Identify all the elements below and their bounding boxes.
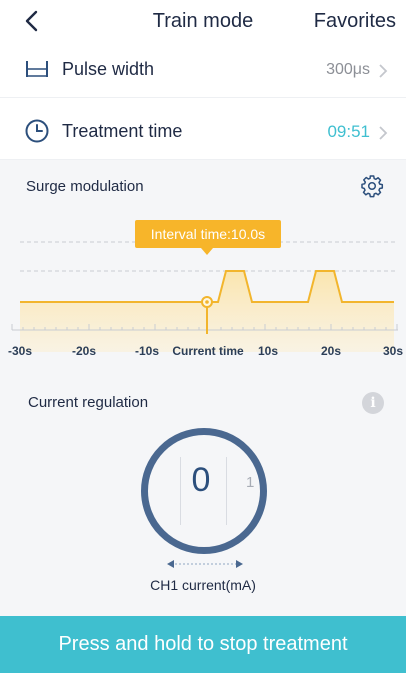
current-regulation-title: Current regulation	[28, 394, 149, 411]
clock-icon	[25, 119, 49, 143]
ch1-current-label: CH1 current(mA)	[150, 577, 256, 593]
dial-divider	[226, 457, 227, 525]
pulse-width-icon	[26, 61, 48, 77]
tick-label: 10s	[258, 344, 278, 358]
surge-modulation-title: Surge modulation	[26, 178, 144, 195]
tick-label: -30s	[8, 344, 32, 358]
pulse-width-value: 300μs	[326, 61, 370, 78]
tick-label: Current time	[172, 344, 244, 358]
treatment-time-row[interactable]: Treatment time 09:51	[0, 104, 406, 160]
dial-divider	[180, 457, 181, 525]
chevron-right-icon	[379, 126, 388, 140]
current-regulation-panel: Current regulation i 0 1 CH1 current(mA)	[0, 372, 406, 616]
swipe-arrows-icon	[167, 560, 243, 568]
favorites-button[interactable]: Favorites	[314, 10, 396, 33]
pulse-width-label: Pulse width	[62, 59, 155, 79]
treatment-time-label: Treatment time	[62, 121, 183, 141]
pulse-width-row[interactable]: Pulse width 300μs	[0, 42, 406, 98]
tick-label: 30s	[383, 344, 403, 358]
surge-timeline-chart: Interval time:10.0s -30s -20s -10s Curre…	[8, 220, 403, 358]
treatment-time-value: 09:51	[327, 122, 370, 141]
info-icon[interactable]: i	[362, 392, 384, 414]
gear-icon[interactable]	[360, 174, 384, 198]
top-bar: Train mode Favorites	[0, 0, 406, 44]
stop-treatment-button[interactable]: Press and hold to stop treatment	[0, 616, 406, 673]
tick-label: 20s	[321, 344, 341, 358]
interval-tooltip: Interval time:10.0s	[151, 226, 265, 242]
chevron-right-icon	[379, 64, 388, 78]
current-dial[interactable]: 0 1	[141, 428, 267, 554]
current-value: 0	[191, 461, 211, 499]
next-current-value: 1	[246, 474, 255, 491]
interval-tooltip-pointer	[201, 248, 213, 255]
tick-label: -10s	[135, 344, 159, 358]
surge-modulation-panel: Surge modulation Interval time:10.0s -30…	[0, 160, 406, 372]
tick-label: -20s	[72, 344, 96, 358]
